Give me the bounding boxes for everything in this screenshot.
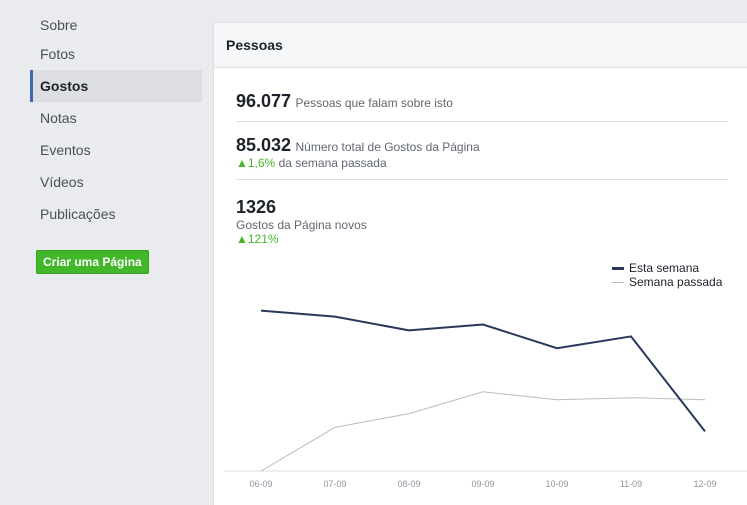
sidebar-item-gostos[interactable]: Gostos — [30, 70, 202, 102]
x-tick-label: 11-09 — [620, 479, 642, 489]
sidebar-item-videos[interactable]: Vídeos — [30, 166, 202, 198]
series-line-last-week — [260, 391, 706, 472]
sidebar-item-eventos[interactable]: Eventos — [30, 134, 202, 166]
sidebar-item-notas[interactable]: Notas — [30, 102, 202, 134]
x-tick-label: 06-09 — [249, 479, 272, 489]
x-tick-label: 10-09 — [545, 479, 568, 489]
sidebar-item-publicacoes[interactable]: Publicações — [30, 198, 202, 230]
x-tick-label: 07-09 — [323, 479, 346, 489]
people-panel: Pessoas 96.077 Pessoas que falam sobre i… — [213, 22, 747, 505]
sidebar-item-fotos[interactable]: Fotos — [30, 38, 202, 70]
x-tick-label: 08-09 — [397, 479, 420, 489]
x-tick-label: 12-09 — [693, 479, 716, 489]
create-page-button[interactable]: Criar uma Página — [36, 250, 149, 274]
likes-line-chart: 06-09 07-09 08-09 09-09 10-09 11-09 12-09 — [224, 309, 747, 489]
sidebar: Sobre Fotos Gostos Notas Eventos Vídeos … — [30, 12, 202, 230]
x-tick-label: 09-09 — [471, 479, 494, 489]
series-line-this-week — [260, 309, 706, 433]
sidebar-item-sobre[interactable]: Sobre — [30, 12, 202, 38]
